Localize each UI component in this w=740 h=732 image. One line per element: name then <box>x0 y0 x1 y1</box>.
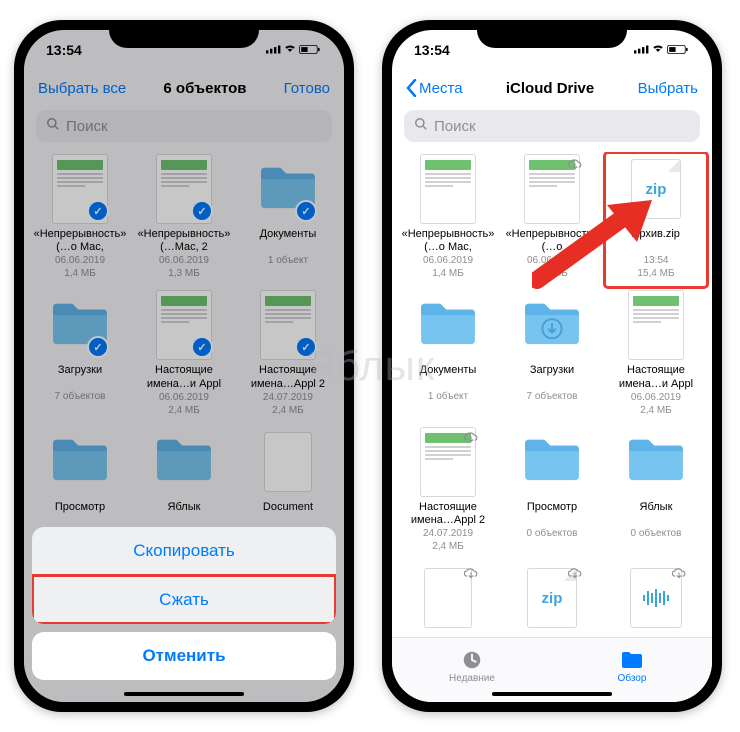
file-item[interactable] <box>396 561 500 632</box>
screen-left: 13:54 Выбрать все 6 объектов Готово Поис… <box>24 30 344 702</box>
home-indicator <box>124 692 244 696</box>
cloud-download-icon <box>671 567 687 586</box>
downloads-folder-icon <box>521 298 583 353</box>
folder-icon <box>625 434 687 489</box>
file-meta: 0 объектов <box>608 527 704 540</box>
back-button[interactable]: Места <box>406 79 463 97</box>
tab-browse-label: Обзор <box>618 673 647 684</box>
file-item[interactable] <box>604 561 708 632</box>
file-name: Яблык <box>608 501 704 527</box>
cancel-action[interactable]: Отменить <box>32 632 336 680</box>
file-meta: 24.07.20192,4 МБ <box>400 527 496 553</box>
file-item[interactable]: Просмотр0 объектов <box>500 425 604 561</box>
folder-icon <box>521 434 583 489</box>
file-name: Архив.zip <box>608 228 704 254</box>
document-icon <box>628 290 684 360</box>
nav-title: iCloud Drive <box>506 80 594 97</box>
file-item[interactable]: Документы1 объект <box>396 288 500 424</box>
file-name: Загрузки <box>504 364 600 390</box>
file-name: «Непрерывность» (…о Mac, <box>400 228 496 254</box>
folder-icon <box>620 649 644 671</box>
search-icon <box>414 117 428 135</box>
tab-recents-label: Недавние <box>449 673 495 684</box>
nav-bar: Места iCloud Drive Выбрать <box>392 70 712 106</box>
file-name: Настоящие имена…Appl 2 <box>400 501 496 527</box>
file-item[interactable]: Настоящие имена…Appl 224.07.20192,4 МБ <box>396 425 500 561</box>
file-meta: 0 объектов <box>504 527 600 540</box>
zip-icon: zip <box>631 159 681 219</box>
action-sheet: Скопировать Сжать Отменить <box>24 527 344 702</box>
status-icons <box>634 42 690 58</box>
file-name: Документы <box>400 364 496 390</box>
file-name: Просмотр <box>504 501 600 527</box>
file-meta: 06.06.20191,3 МБ <box>504 254 600 280</box>
cloud-download-icon <box>463 567 479 586</box>
file-name: «Непрерывность» (…о <box>504 228 600 254</box>
search-placeholder: Поиск <box>434 118 476 135</box>
cloud-download-icon <box>463 431 479 450</box>
compress-action[interactable]: Сжать <box>32 575 336 624</box>
phone-right: 13:54 Места iCloud Drive Выбрать Поиск <box>382 20 722 712</box>
copy-action[interactable]: Скопировать <box>32 527 336 575</box>
home-indicator <box>492 692 612 696</box>
document-icon <box>420 154 476 224</box>
file-meta: 13:5415,4 МБ <box>608 254 704 280</box>
back-label: Места <box>419 80 463 97</box>
file-item[interactable]: Загрузки7 объектов <box>500 288 604 424</box>
cloud-download-icon <box>567 567 583 586</box>
phone-left: 13:54 Выбрать все 6 объектов Готово Поис… <box>14 20 354 712</box>
search-input[interactable]: Поиск <box>404 110 700 142</box>
file-item[interactable]: zip Архив.zip13:5415,4 МБ <box>604 152 708 288</box>
select-button[interactable]: Выбрать <box>638 80 698 97</box>
notch <box>109 20 259 48</box>
file-item[interactable]: Яблык0 объектов <box>604 425 708 561</box>
file-item[interactable]: zip <box>500 561 604 632</box>
file-meta: 06.06.20192,4 МБ <box>608 391 704 417</box>
cloud-download-icon <box>567 158 583 177</box>
screen-right: 13:54 Места iCloud Drive Выбрать Поиск <box>392 30 712 702</box>
notch <box>477 20 627 48</box>
file-meta: 7 объектов <box>504 390 600 403</box>
file-item[interactable]: «Непрерывность» (…о Mac,06.06.20191,4 МБ <box>396 152 500 288</box>
clock: 13:54 <box>414 42 450 58</box>
file-grid: «Непрерывность» (…о Mac,06.06.20191,4 МБ… <box>392 152 712 632</box>
file-item[interactable]: «Непрерывность» (…о06.06.20191,3 МБ <box>500 152 604 288</box>
file-item[interactable]: Настоящие имена…и Appl06.06.20192,4 МБ <box>604 288 708 424</box>
chevron-left-icon <box>406 79 417 97</box>
file-meta: 06.06.20191,4 МБ <box>400 254 496 280</box>
file-meta: 1 объект <box>400 390 496 403</box>
folder-icon <box>417 298 479 353</box>
file-name: Настоящие имена…и Appl <box>608 364 704 390</box>
clock-icon <box>460 649 484 671</box>
